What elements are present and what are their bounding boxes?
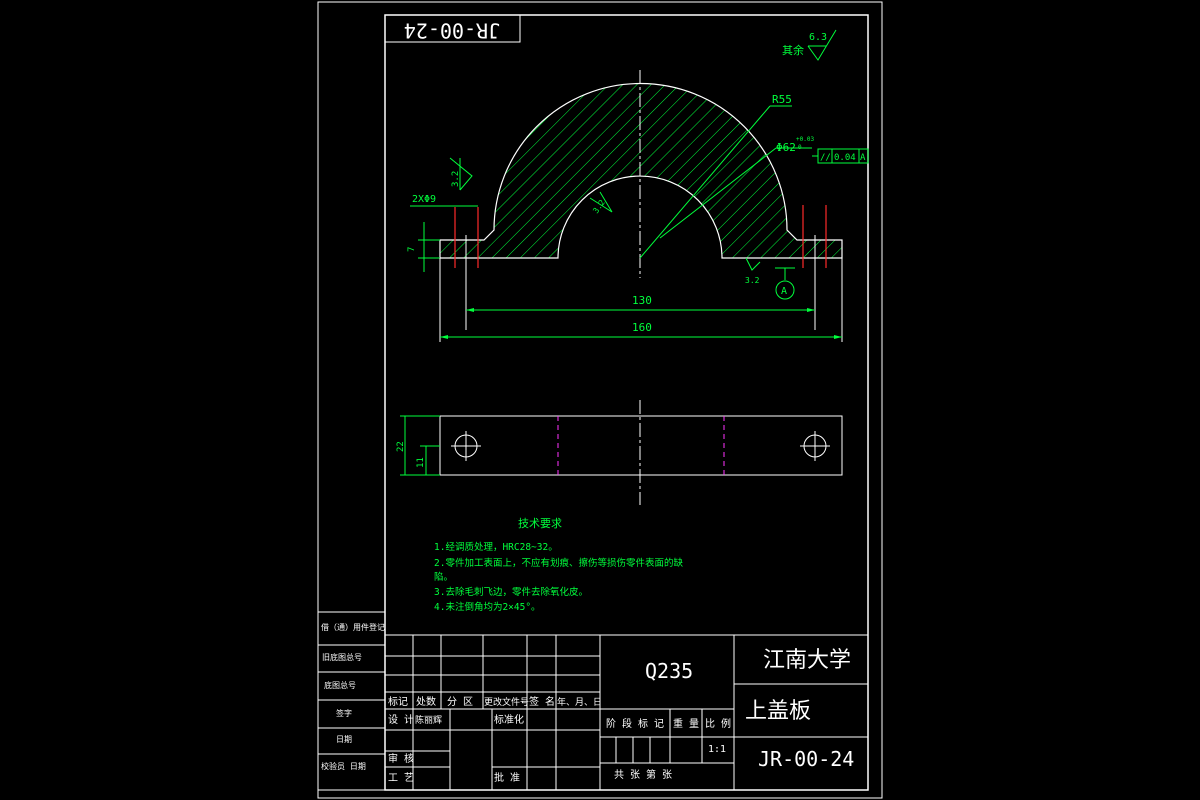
strip-cell-5: 日期 — [336, 735, 352, 744]
hole-spacing-label: 130 — [632, 294, 652, 307]
right-hole — [800, 431, 830, 461]
title-block: 标记 处数 分 区 更改文件号 签 名 年、月、日 设 计 陈丽辉 标准化 审 … — [384, 634, 869, 791]
overall-length-label: 160 — [632, 321, 652, 334]
datum-a-marker: A — [775, 267, 795, 300]
tb-review: 审 核 — [388, 752, 414, 765]
half-width-label: 11 — [416, 457, 426, 468]
left-strip: 借（通）用件登记 旧底图总号 底图总号 签字 日期 校验员 日期 — [317, 611, 386, 791]
tech-requirements: 技术要求 1.经调质处理，HRC28~32。 2.零件加工表面上，不应有划痕、擦… — [434, 517, 683, 613]
bore-label: Φ62 — [776, 141, 796, 154]
front-view: R55 Φ62 +0.03 0 // 0.04 A 3.2 3.2 3.2 A … — [407, 70, 869, 342]
tb-company: 江南大学 — [763, 648, 851, 673]
tb-scale: 1:1 — [708, 744, 726, 755]
tb-sheets: 共 张 第 张 — [614, 768, 672, 781]
roughness-bottom: 3.2 — [745, 257, 761, 285]
width-label: 22 — [396, 441, 406, 452]
other-finish-value: 6.3 — [809, 32, 827, 43]
datum-a-label: A — [781, 286, 787, 297]
gt-value: 0.04 — [834, 153, 856, 163]
tech-item-1: 1.经调质处理，HRC28~32。 — [434, 541, 558, 553]
strip-cell-6: 校验员 日期 — [321, 761, 366, 771]
tech-item-3: 陷。 — [434, 571, 453, 583]
thickness-dimension: 7 — [407, 222, 440, 272]
bore-tol-upper: +0.03 — [796, 136, 814, 143]
strip-cell-3: 底图总号 — [324, 680, 356, 690]
tb-signature: 签 名 — [529, 695, 555, 708]
tb-docno: 更改文件号 — [484, 696, 529, 708]
roughness-bore: 3.2 — [589, 191, 613, 215]
other-finish-label: 其余 — [782, 43, 804, 57]
tb-stage-mark: 阶 段 标 记 — [606, 717, 664, 730]
mirrored-drawing-number: JR-00-24 — [404, 19, 500, 43]
tech-item-2: 2.零件加工表面上，不应有划痕、擦伤等损伤零件表面的缺 — [434, 557, 683, 569]
part-section — [439, 82, 843, 259]
tech-title: 技术要求 — [518, 517, 562, 530]
svg-text:3.2: 3.2 — [745, 276, 760, 285]
gt-datum: A — [860, 153, 866, 163]
hole-spacing-dimension: 130 — [466, 294, 815, 312]
mirrored-drawing-number-box: JR-00-24 — [384, 14, 521, 43]
holes-callout: 2XΦ9 — [410, 194, 478, 207]
tb-count: 处数 — [416, 695, 436, 708]
tb-zone: 分 区 — [447, 696, 473, 708]
thickness-label: 7 — [407, 247, 417, 252]
roughness-flange-top: 3.2 — [449, 157, 473, 191]
tb-standardization: 标准化 — [494, 713, 524, 726]
r55-label: R55 — [772, 93, 792, 106]
tb-drawing-number: JR-00-24 — [758, 747, 854, 771]
tb-ratio: 比 例 — [705, 717, 731, 730]
top-view: 22 11 — [396, 400, 843, 505]
svg-text:3.2: 3.2 — [451, 171, 461, 187]
strip-cell-1: 借（通）用件登记 — [321, 622, 385, 632]
roughness-bottom-icon — [745, 257, 761, 271]
tb-weight: 重 量 — [673, 717, 699, 730]
tb-approve: 批 准 — [494, 771, 520, 784]
gt-symbol: // — [820, 153, 831, 163]
tb-part-name: 上盖板 — [745, 699, 811, 724]
strip-cell-2: 旧底图总号 — [322, 652, 362, 662]
top-view-outline — [439, 415, 843, 476]
tech-item-5: 4.未注倒角均为2×45°。 — [434, 601, 541, 613]
other-surface-finish: 其余 6.3 — [782, 29, 837, 61]
tb-material: Q235 — [645, 659, 693, 683]
parallelism-frame: // 0.04 A — [812, 148, 869, 164]
holes-label: 2XΦ9 — [412, 194, 436, 205]
tb-date: 年、月、日 — [557, 696, 602, 708]
tb-design: 设 计 — [388, 713, 414, 726]
half-width-dimension: 11 — [416, 445, 440, 475]
tb-mark: 标记 — [388, 696, 408, 708]
tb-process: 工 艺 — [388, 772, 414, 784]
tech-item-4: 3.去除毛刺飞边，零件去除氧化皮。 — [434, 586, 588, 598]
tb-designer: 陈丽辉 — [415, 714, 442, 726]
left-hole — [451, 431, 481, 461]
strip-cell-4: 签字 — [336, 708, 352, 718]
bore-tol-lower: 0 — [798, 144, 802, 151]
cad-drawing-sheet: JR-00-24 其余 6.3 R55 Φ62 +0.03 0 // 0.04 … — [317, 1, 883, 799]
